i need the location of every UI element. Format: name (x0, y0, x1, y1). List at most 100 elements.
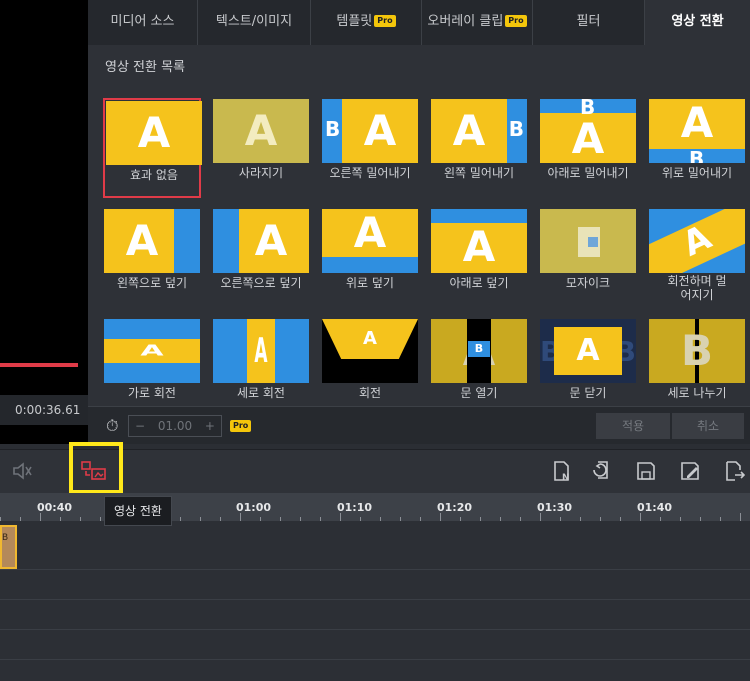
transition-item[interactable]: BBA 문 닫기 (539, 318, 637, 406)
thumbnail-art: A (680, 99, 714, 147)
new-project-icon[interactable]: N (551, 460, 573, 482)
transition-item[interactable]: B A 오른쪽 밀어내기 (321, 98, 419, 198)
transition-label: 위로 밀어내기 (661, 166, 733, 180)
stopwatch-icon: ⏱ (106, 416, 119, 435)
ruler-label: 01:20 (437, 501, 473, 514)
pro-badge: Pro (374, 15, 396, 27)
tab-label: 필터 (576, 14, 601, 29)
transition-label: 회전하며 멀어지기 (667, 274, 727, 302)
duration-stepper[interactable]: − 01.00 + (128, 415, 222, 437)
transition-item[interactable]: B A 아래로 밀어내기 (539, 98, 637, 198)
mute-icon[interactable] (11, 460, 33, 482)
transition-label: 아래로 밀어내기 (547, 166, 629, 180)
thumbnail-art: A (363, 106, 397, 155)
transition-label: 사라지기 (238, 166, 284, 180)
track-divider (0, 569, 750, 570)
transition-item[interactable]: 모자이크 (539, 208, 637, 308)
save-icon[interactable] (635, 460, 657, 482)
transition-item[interactable]: A 가로 회전 (103, 318, 201, 406)
transition-thumbnail: A (104, 209, 200, 273)
ruler-tick (540, 513, 541, 521)
tab-4[interactable]: 필터 (533, 0, 645, 45)
transition-item[interactable]: A 세로 회전 (212, 318, 310, 406)
export-icon[interactable] (723, 460, 745, 482)
tab-1[interactable]: 텍스트/이미지 (198, 0, 311, 45)
thumbnail-art: A (137, 108, 171, 157)
transition-thumbnail: BBA (540, 319, 636, 383)
transition-label: 오른쪽으로 덮기 (220, 276, 302, 290)
tab-3[interactable]: 오버레이 클립 Pro (422, 0, 533, 45)
transition-thumbnail: A (213, 99, 309, 163)
effects-panel: 미디어 소스 텍스트/이미지 템플릿 Pro 오버레이 클립 Pro 필터 영상 전환 영상 … (88, 0, 750, 444)
tab-5[interactable]: 영상 전환 (645, 0, 750, 45)
transition-label: 세로 회전 (237, 386, 285, 400)
tab-label: 영상 전환 (671, 14, 724, 29)
current-time: 0:00:36.61 (0, 395, 88, 425)
transition-item[interactable]: AB 문 열기 (430, 318, 528, 406)
ruler-tick (640, 513, 641, 521)
panel-tabs: 미디어 소스 텍스트/이미지 템플릿 Pro 오버레이 클립 Pro 필터 영상 전환 (88, 0, 750, 45)
thumbnail-art: A (462, 222, 496, 271)
transition-thumbnail: BA (649, 99, 745, 163)
ruler-tick (740, 513, 741, 521)
transition-item[interactable]: A 회전 (321, 318, 419, 406)
ruler-label: 00:40 (37, 501, 73, 514)
cancel-button[interactable]: 취소 (672, 413, 744, 439)
thumbnail-art: A (576, 333, 600, 368)
tab-label: 미디어 소스 (110, 14, 175, 29)
thumbnail-art: B (680, 326, 713, 375)
thumbnail-art: A (452, 106, 486, 155)
save-as-icon[interactable] (679, 460, 701, 482)
transition-item[interactable]: A 효과 없음 (103, 98, 202, 198)
transition-item[interactable]: A 아래로 덮기 (430, 208, 528, 308)
thumbnail-art: B (468, 341, 490, 357)
ruler-label: 01:00 (236, 501, 272, 514)
open-project-icon[interactable] (590, 460, 612, 482)
apply-button[interactable]: 적용 (596, 413, 670, 439)
transition-label: 아래로 덮기 (449, 276, 509, 290)
thumbnail-art: A (125, 216, 159, 265)
playback-progress-bar[interactable] (0, 363, 78, 367)
track-divider (0, 599, 750, 600)
transition-label: 오른쪽 밀어내기 (329, 166, 411, 180)
tab-0[interactable]: 미디어 소스 (88, 0, 198, 45)
transition-label: 왼쪽 밀어내기 (443, 166, 515, 180)
transition-label: 왼쪽으로 덮기 (116, 276, 188, 290)
decrease-button[interactable]: − (135, 419, 145, 433)
thumbnail-art: A (140, 342, 164, 360)
ruler-label: 01:40 (637, 501, 673, 514)
transition-item[interactable]: A 왼쪽으로 덮기 (103, 208, 201, 308)
increase-button[interactable]: + (205, 419, 215, 433)
thumbnail-art: A (244, 106, 278, 155)
ruler-tick (40, 513, 41, 521)
transition-item[interactable]: B 세로 나누기 (648, 318, 746, 406)
transition-thumbnail: A (104, 319, 200, 383)
transition-item[interactable]: A 오른쪽으로 덮기 (212, 208, 310, 308)
transition-thumbnail: AB (431, 319, 527, 383)
transition-thumbnail: B (649, 319, 745, 383)
thumbnail-art: A (571, 114, 605, 163)
ruler-tick (240, 513, 241, 521)
video-preview: 0:00:36.61 (0, 0, 88, 444)
transition-thumbnail: BA (431, 99, 527, 163)
transition-item[interactable]: B A 왼쪽 밀어내기 (430, 98, 528, 198)
transition-label: 세로 나누기 (667, 386, 727, 400)
transition-label: 회전 (358, 386, 382, 400)
duration-value[interactable]: 01.00 (158, 419, 192, 433)
tab-2[interactable]: 템플릿 Pro (311, 0, 422, 45)
transition-button-highlight (69, 442, 123, 494)
video-clip[interactable]: B (0, 525, 17, 569)
timeline-tracks[interactable]: B (0, 521, 750, 681)
transition-grid: A 효과 없음 A 사라지기 B A 오른쪽 밀어내기 B A 왼쪽 밀어내기 B A 아래로 밀어내기… (88, 87, 750, 406)
ruler-label: 01:10 (337, 501, 373, 514)
transition-thumbnail: A (322, 319, 418, 383)
ruler-tick (440, 513, 441, 521)
transition-item[interactable]: A 사라지기 (212, 98, 310, 198)
transition-item[interactable]: A 위로 덮기 (321, 208, 419, 308)
list-title: 영상 전환 목록 (105, 60, 186, 75)
transition-thumbnail: BA (322, 99, 418, 163)
transition-item[interactable]: B A 위로 밀어내기 (648, 98, 746, 198)
transition-tooltip: 영상 전환 (104, 496, 172, 526)
transition-item[interactable]: A 회전하며 멀어지기 (648, 208, 746, 308)
thumbnail-art: A (254, 331, 268, 371)
